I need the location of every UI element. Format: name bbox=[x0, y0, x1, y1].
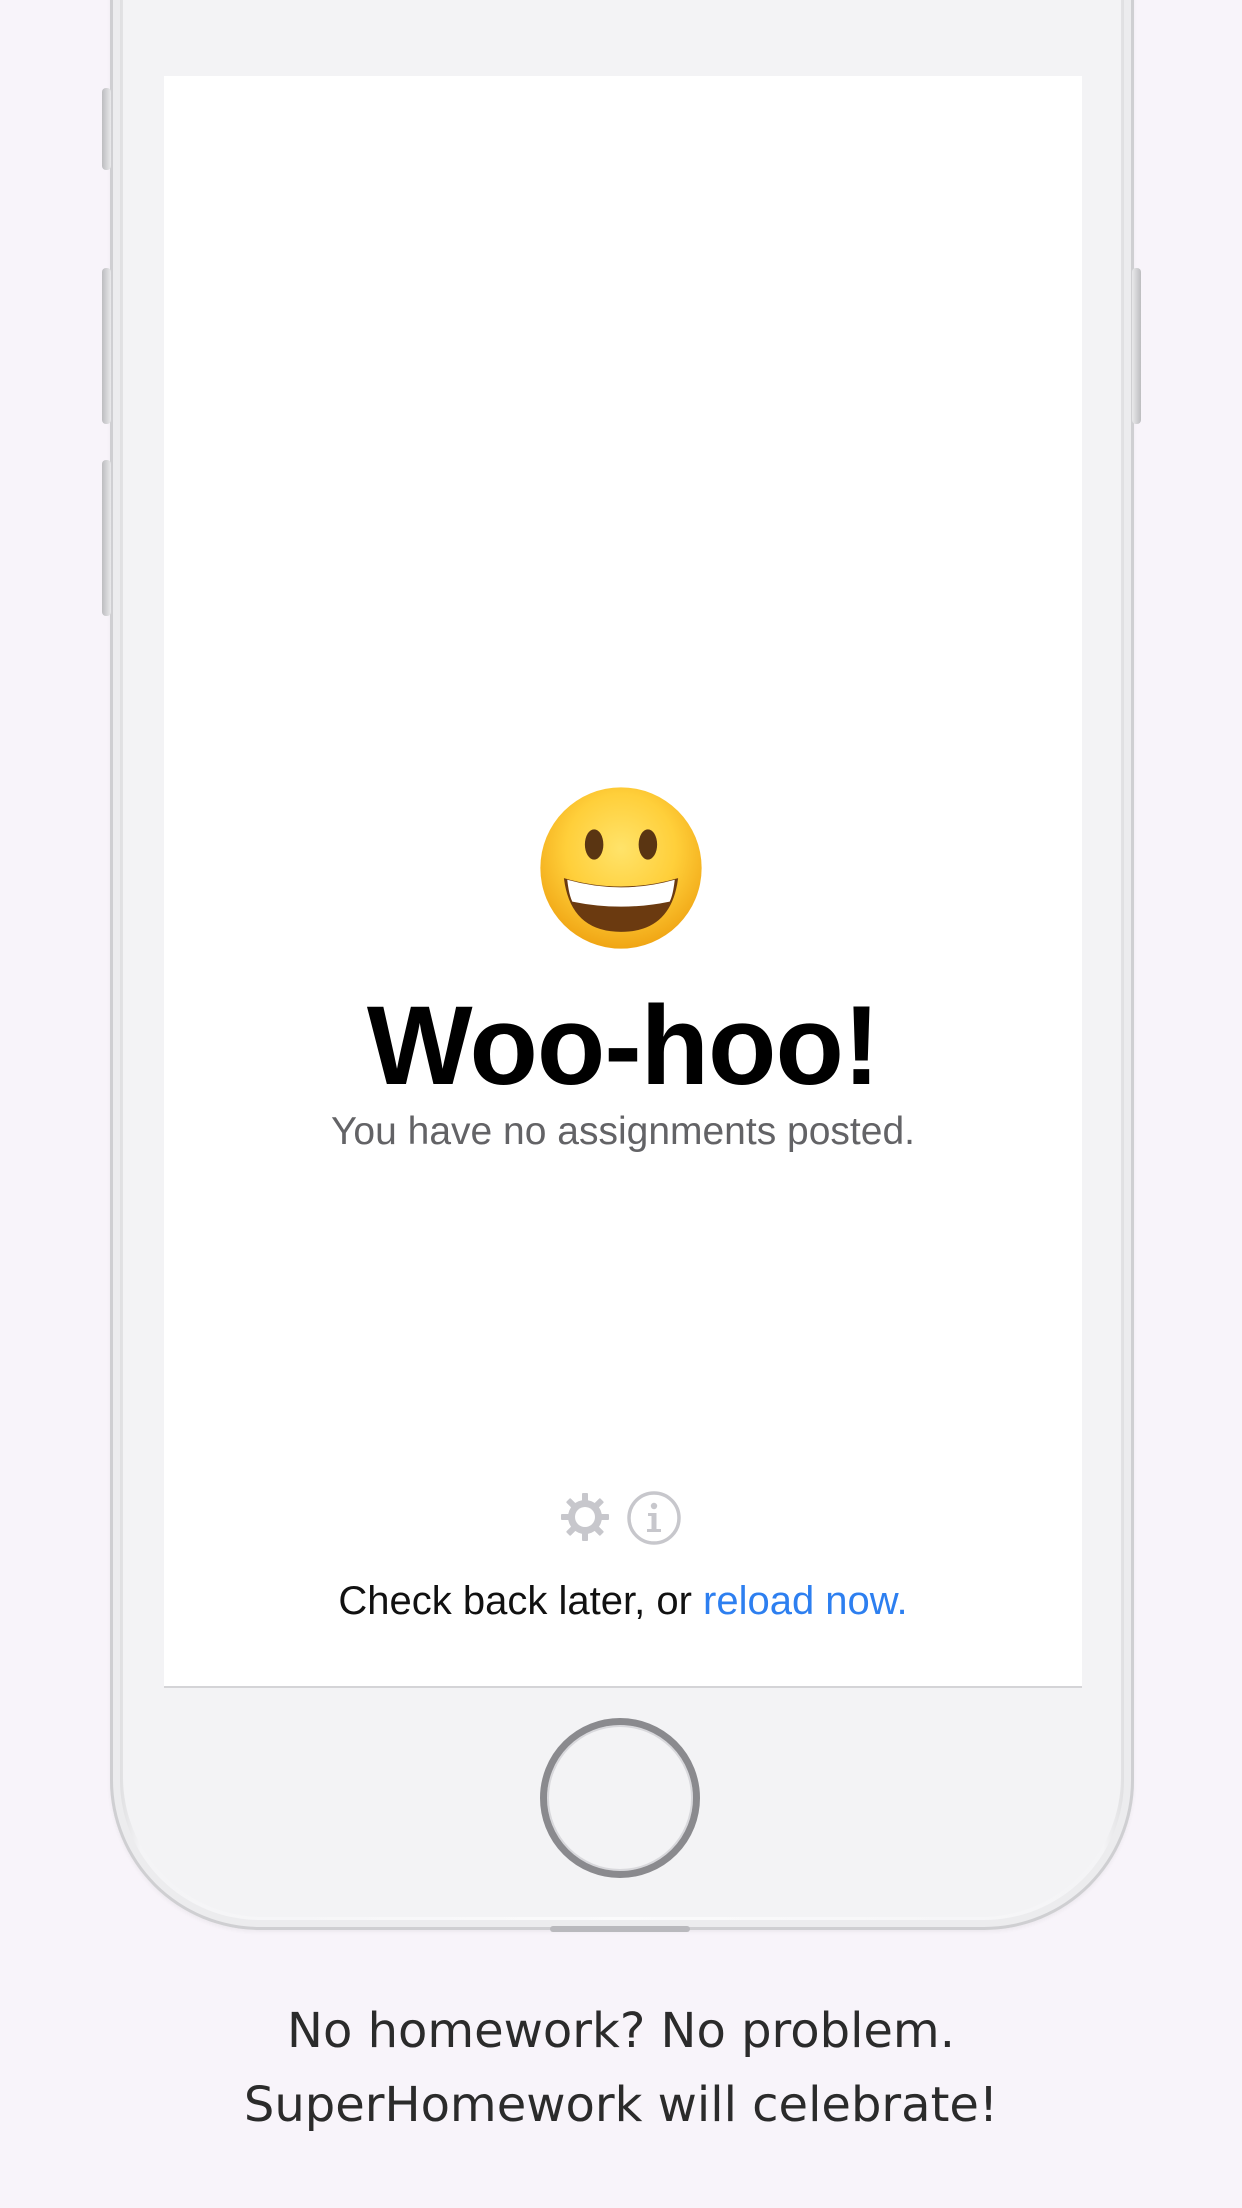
empty-state-message: You have no assignments posted. bbox=[331, 1110, 915, 1153]
caption-line-1: No homework? No problem. bbox=[287, 2003, 955, 2059]
home-button[interactable] bbox=[540, 1718, 700, 1878]
reload-prompt-text: Check back later, or bbox=[338, 1579, 703, 1623]
reload-prompt: Check back later, or reload now. bbox=[164, 1576, 1082, 1626]
gear-icon[interactable] bbox=[558, 1490, 612, 1544]
grinning-face-icon bbox=[540, 787, 702, 949]
volume-down-button bbox=[102, 460, 111, 616]
caption-line-2: SuperHomework will celebrate! bbox=[243, 2077, 999, 2133]
mute-switch bbox=[102, 88, 111, 170]
marketing-caption: No homework? No problem. SuperHomework w… bbox=[0, 1994, 1242, 2142]
app-screen: Woo-hoo! You have no assignments posted. bbox=[164, 76, 1082, 1688]
headline: Woo-hoo! bbox=[366, 983, 880, 1108]
volume-up-button bbox=[102, 268, 111, 424]
reload-now-link[interactable]: reload now. bbox=[703, 1579, 908, 1623]
power-button bbox=[1132, 268, 1141, 424]
settings-info-row bbox=[558, 1490, 688, 1546]
speaker-grille bbox=[550, 1926, 690, 1932]
info-icon[interactable] bbox=[626, 1490, 682, 1546]
